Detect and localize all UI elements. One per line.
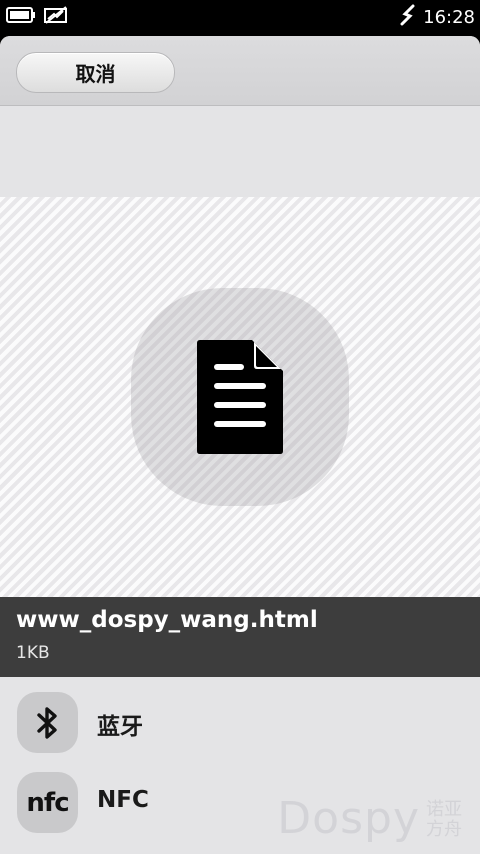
- document-icon: [197, 340, 283, 454]
- status-bar: 16:28: [0, 0, 480, 33]
- toolbar: 取消: [0, 36, 480, 106]
- file-info-bar: www_dospy_wang.html 1KB: [0, 597, 480, 677]
- bluetooth-icon-tile: [17, 692, 78, 753]
- share-options-list: 蓝牙 nfc NFC Dospy 诺亚方舟: [0, 677, 480, 854]
- bluetooth-icon: [36, 706, 57, 739]
- file-size: 1KB: [16, 643, 50, 663]
- file-preview: [0, 197, 480, 597]
- nfc-icon-tile: nfc: [17, 772, 78, 833]
- header-spacer: [0, 106, 480, 197]
- share-option-bluetooth[interactable]: 蓝牙: [0, 692, 480, 772]
- cancel-button[interactable]: 取消: [16, 52, 175, 93]
- status-left: [6, 6, 68, 28]
- file-name: www_dospy_wang.html: [16, 607, 318, 633]
- document-tile: [131, 288, 349, 506]
- status-right: 16:28: [399, 4, 475, 30]
- share-option-label: 蓝牙: [97, 714, 143, 740]
- share-option-nfc[interactable]: nfc NFC: [0, 772, 480, 852]
- nfc-icon: nfc: [26, 787, 69, 818]
- no-signal-icon: [44, 6, 68, 28]
- battery-icon: [6, 6, 36, 28]
- share-sheet: 取消 www_dospy_wang.html 1KB 蓝牙 nfc NFC Do…: [0, 36, 480, 854]
- usb-icon: [399, 4, 417, 30]
- share-option-label: NFC: [97, 787, 149, 813]
- status-time: 16:28: [423, 6, 475, 28]
